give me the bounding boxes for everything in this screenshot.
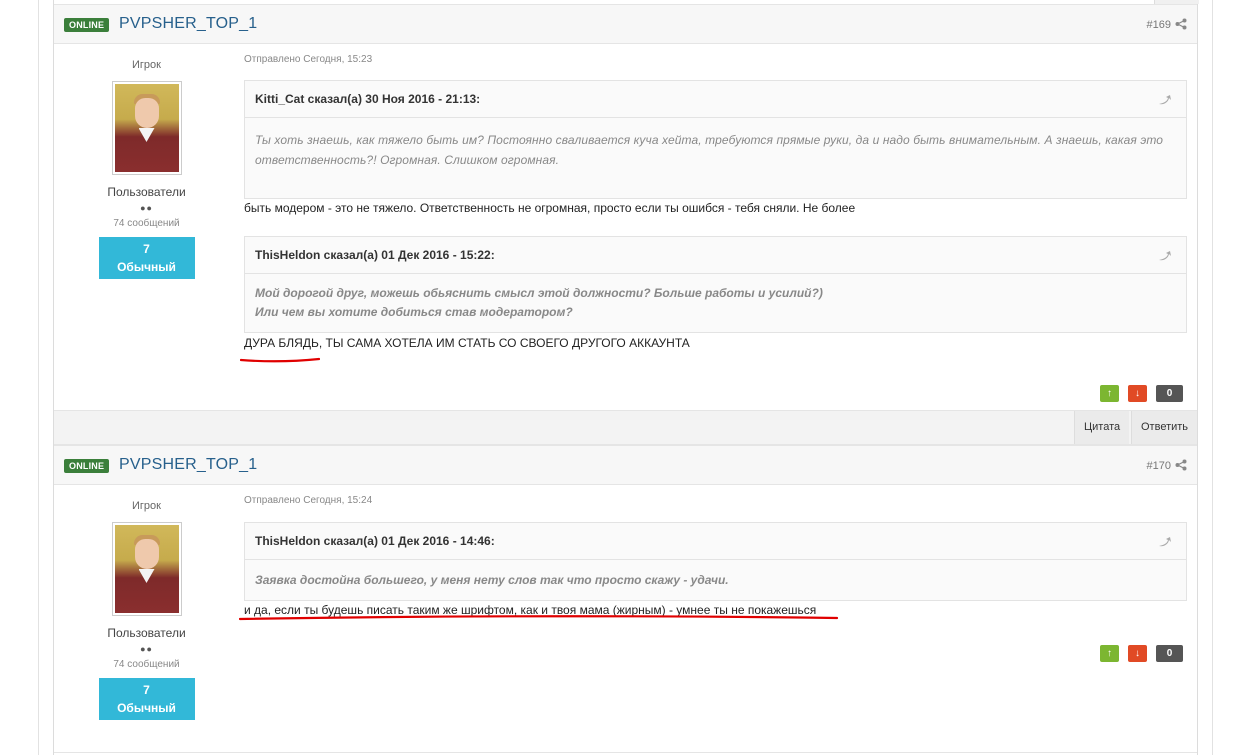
post-header: ONLINE PVPSHER_TOP_1 #169	[54, 4, 1197, 44]
reputation-box: 7 Обычный	[98, 237, 195, 279]
author-group: Пользователи	[107, 185, 186, 199]
vote-up-button[interactable]: ↑	[1100, 385, 1119, 402]
reputation-value: 7	[143, 683, 150, 697]
page-side-line-left	[38, 0, 39, 755]
post-divider	[54, 752, 1197, 753]
arrow-up-icon: ↑	[1107, 388, 1112, 399]
annotation-underline	[239, 615, 839, 621]
quote-citation: ThisHeldon сказал(а) 01 Дек 2016 - 15:22…	[255, 248, 495, 262]
post-author-link[interactable]: PVPSHER_TOP_1	[119, 15, 257, 33]
reputation-value: 7	[143, 242, 150, 256]
quote-header: ThisHeldon сказал(а) 01 Дек 2016 - 15:22…	[245, 237, 1186, 274]
rank-pips: ●●	[140, 203, 153, 213]
quote-text: Заявка достойна большего, у меня нету сл…	[255, 573, 729, 587]
page-side-line-right	[1212, 0, 1213, 755]
post-header: ONLINE PVPSHER_TOP_1 #170	[54, 445, 1197, 485]
posted-time: Отправлено Сегодня, 15:24	[244, 495, 373, 506]
quote-text: Мой дорогой друг, можешь обьяснить смысл…	[245, 274, 1186, 334]
reply-text: быть модером - это не тяжело. Ответствен…	[244, 201, 856, 215]
reputation-label: Обычный	[117, 701, 176, 715]
posted-time: Отправлено Сегодня, 15:23	[244, 54, 373, 65]
annotation-underline	[240, 357, 320, 363]
arrow-down-icon: ↓	[1135, 388, 1140, 399]
vote-down-button[interactable]: ↓	[1128, 385, 1147, 402]
arrow-up-icon: ↑	[1107, 648, 1112, 659]
quote-header: Kitti_Cat сказал(а) 30 Ноя 2016 - 21:13:	[245, 81, 1186, 118]
online-badge: ONLINE	[64, 18, 110, 32]
vote-down-button[interactable]: ↓	[1128, 645, 1147, 662]
post-actions-bar: Цитата Ответить	[54, 410, 1198, 445]
quote-jump-icon[interactable]	[1158, 94, 1172, 106]
quote-line: Мой дорогой друг, можешь обьяснить смысл…	[255, 286, 823, 300]
reply-text: ДУРА БЛЯДЬ, ТЫ САМА ХОТЕЛА ИМ СТАТЬ СО С…	[244, 336, 690, 350]
post-content: Отправлено Сегодня, 15:23 Kitti_Cat сказ…	[244, 54, 1187, 350]
quote-block: ThisHeldon сказал(а) 01 Дек 2016 - 14:46…	[244, 522, 1187, 601]
share-icon[interactable]	[1175, 18, 1187, 30]
quote-jump-icon[interactable]	[1158, 536, 1172, 548]
quote-button[interactable]: Цитата	[1074, 411, 1130, 444]
quote-jump-icon[interactable]	[1158, 250, 1172, 262]
quote-line: Или чем вы хотите добиться став модерато…	[255, 305, 573, 319]
post-content: Отправлено Сегодня, 15:24 ThisHeldon ска…	[244, 495, 1187, 617]
rank-pips: ●●	[140, 644, 153, 654]
quote-citation: ThisHeldon сказал(а) 01 Дек 2016 - 14:46…	[255, 534, 495, 548]
message-count: 74 сообщений	[113, 218, 180, 229]
arrow-down-icon: ↓	[1135, 648, 1140, 659]
reputation-label: Обычный	[117, 260, 176, 274]
author-group: Пользователи	[107, 626, 186, 640]
avatar[interactable]	[111, 81, 182, 175]
author-role: Игрок	[132, 500, 161, 512]
avatar[interactable]	[111, 522, 182, 616]
quote-text: Ты хоть знаешь, как тяжело быть им? Пост…	[255, 133, 1164, 167]
quote-block: Kitti_Cat сказал(а) 30 Ноя 2016 - 21:13:…	[244, 80, 1187, 199]
author-role: Игрок	[132, 59, 161, 71]
quote-header: ThisHeldon сказал(а) 01 Дек 2016 - 14:46…	[245, 523, 1186, 560]
quote-citation: Kitti_Cat сказал(а) 30 Ноя 2016 - 21:13:	[255, 92, 481, 106]
author-info: Игрок Пользователи ●● 74 сообщений 7 Обы…	[54, 500, 239, 720]
online-badge: ONLINE	[64, 459, 110, 473]
vote-up-button[interactable]: ↑	[1100, 645, 1119, 662]
post-number-link[interactable]: #169	[1147, 19, 1171, 31]
reply-button[interactable]: Ответить	[1131, 411, 1198, 444]
share-icon[interactable]	[1175, 459, 1187, 471]
quote-block: ThisHeldon сказал(а) 01 Дек 2016 - 15:22…	[244, 236, 1187, 333]
post-number-link[interactable]: #170	[1147, 460, 1171, 472]
author-info: Игрок Пользователи ●● 74 сообщений 7 Обы…	[54, 59, 239, 279]
post-score: 0	[1156, 385, 1183, 402]
post-score: 0	[1156, 645, 1183, 662]
message-count: 74 сообщений	[113, 659, 180, 670]
posts-container: ONLINE PVPSHER_TOP_1 #169 Игрок Пользова…	[53, 0, 1199, 755]
post-author-link[interactable]: PVPSHER_TOP_1	[119, 456, 257, 474]
reputation-box: 7 Обычный	[98, 678, 195, 720]
